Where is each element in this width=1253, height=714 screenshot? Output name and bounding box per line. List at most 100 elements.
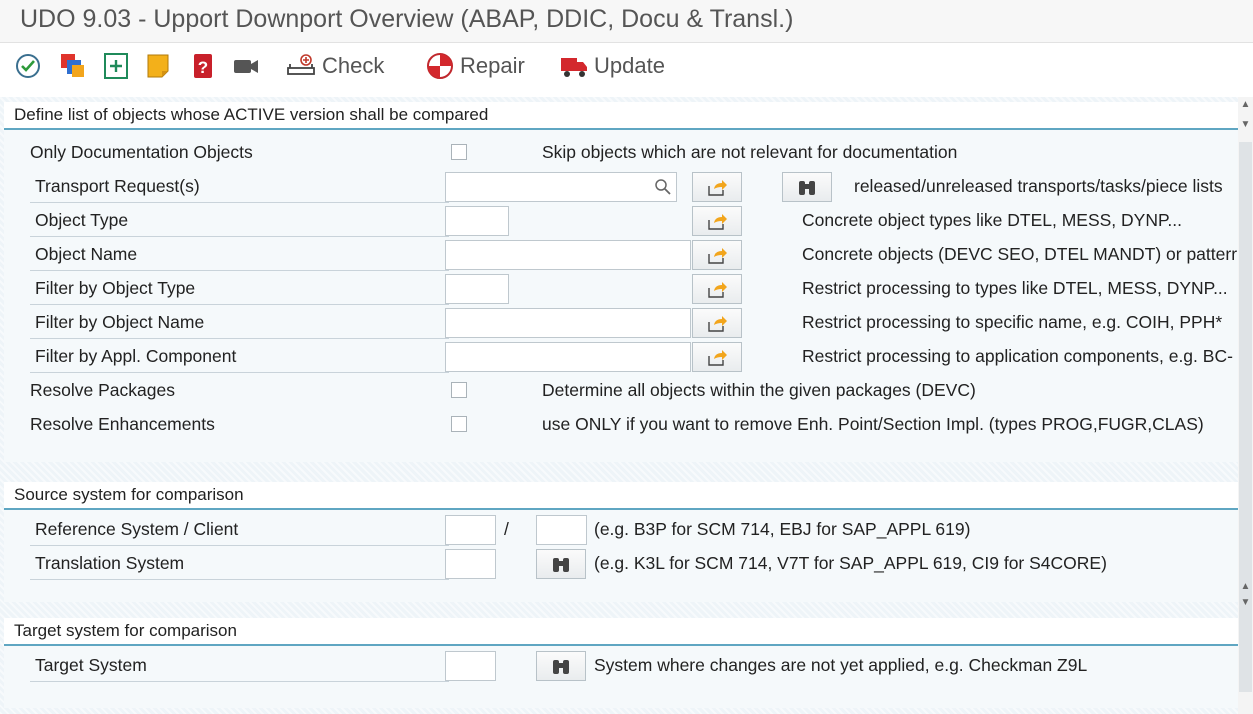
obj-name-multi-select-button[interactable] — [692, 240, 742, 270]
trans-system-desc: (e.g. K3L for SCM 714, V7T for SAP_APPL … — [594, 553, 1107, 573]
transport-label: Transport Request(s) — [30, 176, 449, 203]
target-system-label: Target System — [30, 655, 449, 682]
filter-type-label: Filter by Object Type — [30, 278, 449, 305]
ref-client-input-text[interactable] — [537, 516, 586, 544]
binoculars-icon — [553, 660, 569, 674]
update-label: Update — [594, 53, 665, 78]
truck-icon — [561, 58, 587, 77]
obj-type-input-text[interactable] — [446, 207, 508, 235]
repair-button[interactable]: Repair — [426, 50, 525, 82]
ref-system-desc: (e.g. B3P for SCM 714, EBJ for SAP_APPL … — [594, 519, 971, 539]
multi-select-arrow-icon — [708, 282, 727, 298]
check-button[interactable]: Check — [286, 50, 384, 82]
svg-text:?: ? — [198, 58, 208, 77]
filter-name-desc: Restrict processing to specific name, e.… — [802, 312, 1223, 332]
ref-system-label: Reference System / Client — [30, 519, 449, 546]
only-doc-desc: Skip objects which are not relevant for … — [542, 142, 958, 162]
group-title: Define list of objects whose ACTIVE vers… — [14, 105, 489, 124]
transport-desc: released/unreleased transports/tasks/pie… — [854, 176, 1223, 196]
vertical-scrollbar[interactable]: ▲ ▼ ▲ ▼ — [1238, 97, 1253, 714]
scroll-up-icon[interactable]: ▲ — [1240, 581, 1251, 593]
obj-name-label: Object Name — [30, 244, 449, 271]
multi-select-arrow-icon — [708, 316, 727, 332]
group-title: Source system for comparison — [14, 485, 244, 504]
filter-appl-desc: Restrict processing to application compo… — [802, 346, 1233, 366]
filter-name-multi-select-button[interactable] — [692, 308, 742, 338]
repair-label: Repair — [460, 53, 525, 78]
execute-icon[interactable] — [14, 52, 42, 80]
note-icon[interactable] — [145, 52, 173, 80]
object-list-group-header: Define list of objects whose ACTIVE vers… — [4, 102, 1238, 130]
filter-name-input[interactable] — [445, 308, 691, 338]
transport-input[interactable] — [445, 172, 677, 202]
repair-icon — [427, 53, 453, 79]
resolve-enh-checkbox[interactable] — [451, 416, 467, 432]
help-icon[interactable]: ? — [189, 52, 217, 80]
group-title: Target system for comparison — [14, 621, 237, 640]
source-system-group-header: Source system for comparison — [4, 482, 1238, 510]
filter-type-desc: Restrict processing to types like DTEL, … — [802, 278, 1228, 298]
obj-name-input-text[interactable] — [446, 241, 690, 269]
scroll-down-icon[interactable]: ▼ — [1240, 119, 1251, 131]
obj-type-input[interactable] — [445, 206, 509, 236]
multi-select-arrow-icon — [708, 180, 727, 196]
resolve-pkg-label: Resolve Packages — [30, 380, 175, 400]
scrollbar-thumb[interactable] — [1239, 142, 1252, 692]
obj-name-input[interactable] — [445, 240, 691, 270]
check-label: Check — [322, 53, 385, 78]
obj-type-desc: Concrete object types like DTEL, MESS, D… — [802, 210, 1182, 230]
filter-appl-multi-select-button[interactable] — [692, 342, 742, 372]
only-doc-label: Only Documentation Objects — [30, 142, 253, 162]
trans-system-find-button[interactable] — [536, 549, 586, 579]
multi-select-arrow-icon — [708, 214, 727, 230]
binoculars-icon — [553, 558, 569, 572]
trans-system-label: Translation System — [30, 553, 449, 580]
scroll-down-icon[interactable]: ▼ — [1240, 597, 1251, 609]
check-icon — [287, 54, 315, 75]
resolve-enh-label: Resolve Enhancements — [30, 414, 215, 434]
obj-type-label: Object Type — [30, 210, 449, 237]
target-system-group: Target system for comparison Target Syst… — [4, 618, 1238, 708]
update-button[interactable]: Update — [560, 50, 665, 82]
video-camera-icon[interactable] — [232, 52, 260, 80]
trans-system-input-text[interactable] — [446, 550, 495, 578]
target-system-input[interactable] — [445, 651, 496, 681]
binoculars-icon — [799, 181, 815, 195]
transport-find-button[interactable] — [782, 172, 832, 202]
main-area: Define list of objects whose ACTIVE vers… — [0, 97, 1238, 714]
source-system-group: Source system for comparison Reference S… — [4, 482, 1238, 602]
title-bar: UDO 9.03 - Upport Downport Overview (ABA… — [0, 0, 1253, 43]
copy-objects-icon[interactable] — [59, 52, 87, 80]
filter-type-input[interactable] — [445, 274, 509, 304]
transport-input-text[interactable] — [446, 173, 676, 201]
filter-name-input-text[interactable] — [446, 309, 690, 337]
filter-appl-input[interactable] — [445, 342, 691, 372]
target-system-desc: System where changes are not yet applied… — [594, 655, 1088, 675]
trans-system-input[interactable] — [445, 549, 496, 579]
resolve-enh-desc: use ONLY if you want to remove Enh. Poin… — [542, 414, 1204, 434]
only-doc-checkbox[interactable] — [451, 144, 467, 160]
obj-type-multi-select-button[interactable] — [692, 206, 742, 236]
ref-client-input[interactable] — [536, 515, 587, 545]
scroll-up-icon[interactable]: ▲ — [1240, 99, 1251, 111]
filter-appl-label: Filter by Appl. Component — [30, 346, 449, 373]
resolve-pkg-checkbox[interactable] — [451, 382, 467, 398]
filter-type-multi-select-button[interactable] — [692, 274, 742, 304]
target-system-find-button[interactable] — [536, 651, 586, 681]
search-help-icon[interactable] — [654, 178, 672, 196]
target-system-group-header: Target system for comparison — [4, 618, 1238, 646]
target-system-input-text[interactable] — [446, 652, 495, 680]
ref-system-input[interactable] — [445, 515, 496, 545]
ref-system-input-text[interactable] — [446, 516, 495, 544]
new-entry-icon[interactable] — [102, 52, 130, 80]
object-list-group: Define list of objects whose ACTIVE vers… — [4, 102, 1238, 462]
window-title: UDO 9.03 - Upport Downport Overview (ABA… — [20, 5, 794, 33]
filter-type-input-text[interactable] — [446, 275, 508, 303]
resolve-pkg-desc: Determine all objects within the given p… — [542, 380, 976, 400]
filter-appl-input-text[interactable] — [446, 343, 690, 371]
ref-separator: / — [504, 519, 509, 539]
transport-multi-select-button[interactable] — [692, 172, 742, 202]
filter-name-label: Filter by Object Name — [30, 312, 449, 339]
multi-select-arrow-icon — [708, 350, 727, 366]
obj-name-desc: Concrete objects (DEVC SEO, DTEL MANDT) … — [802, 244, 1238, 264]
